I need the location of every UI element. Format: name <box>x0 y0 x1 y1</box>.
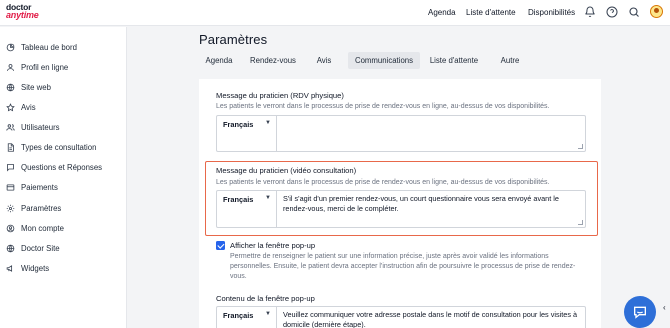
sidebar-item-users[interactable]: Utilisateurs <box>6 120 124 134</box>
field-divider <box>276 116 277 151</box>
document-icon <box>7 142 14 152</box>
sidebar-item-label: Avis <box>21 102 36 112</box>
logo-bottom-text: anytime <box>6 10 39 20</box>
user-icon <box>7 63 14 71</box>
sidebar-item-payments[interactable]: Paiements <box>6 180 124 194</box>
sidebar-item-qa[interactable]: Questions et Réponses <box>6 160 124 174</box>
sidebar-item-profile[interactable]: Profil en ligne <box>6 60 124 74</box>
star-icon <box>6 102 15 111</box>
sidebar-item-settings[interactable]: Paramètres <box>6 201 124 215</box>
video-message-field: Français ▼ S'il s'agit d'un premier rend… <box>216 190 586 228</box>
dashboard-icon <box>6 43 15 51</box>
sidebar-item-account[interactable]: Mon compte <box>6 221 124 235</box>
logo[interactable]: doctor anytime <box>6 3 39 20</box>
resize-handle-icon[interactable] <box>578 220 583 225</box>
sidebar-item-label: Questions et Réponses <box>21 162 103 172</box>
tab-waitlist[interactable]: Liste d'attente <box>426 52 482 69</box>
globe-icon <box>6 244 15 252</box>
top-bar: doctor anytime Agenda Liste d'attente Di… <box>0 0 670 26</box>
field-divider <box>276 307 277 328</box>
chevron-down-icon[interactable]: ▼ <box>265 311 271 317</box>
page-title: Paramètres <box>199 32 268 47</box>
tab-appointments[interactable]: Rendez-vous <box>245 52 301 69</box>
sidebar-item-label: Paramètres <box>21 203 62 213</box>
physical-message-title: Message du praticien (RDV physique) <box>216 91 344 100</box>
chat-icon <box>634 306 646 319</box>
sidebar-item-dashboard[interactable]: Tableau de bord <box>6 40 124 54</box>
tab-other[interactable]: Autre <box>494 52 526 69</box>
popup-content-field: Français ▼ Veuillez communiquer votre ad… <box>216 306 586 328</box>
language-select[interactable]: Français <box>223 195 253 204</box>
video-message-title: Message du praticien (vidéo consultation… <box>216 166 357 175</box>
sidebar-item-label: Paiements <box>21 182 58 192</box>
avatar[interactable] <box>650 5 663 18</box>
chevron-left-icon[interactable]: ‹ <box>663 303 666 312</box>
sidebar-item-label: Utilisateurs <box>21 122 60 132</box>
chat-bubble-icon <box>7 163 14 171</box>
language-select[interactable]: Français <box>223 311 253 320</box>
tab-reviews[interactable]: Avis <box>309 52 339 69</box>
nav-waitlist[interactable]: Liste d'attente <box>466 8 516 17</box>
tab-communications[interactable]: Communications <box>348 52 420 69</box>
users-icon <box>6 123 15 131</box>
sidebar-item-widgets[interactable]: Widgets <box>6 261 124 275</box>
resize-handle-icon[interactable] <box>578 144 583 149</box>
sidebar-item-label: Mon compte <box>21 223 64 233</box>
sidebar-item-reviews[interactable]: Avis <box>6 100 124 114</box>
nav-availability[interactable]: Disponibilités <box>528 8 575 17</box>
sidebar-item-label: Tableau de bord <box>21 42 77 52</box>
help-icon[interactable] <box>606 6 618 18</box>
sidebar-item-consultation-types[interactable]: Types de consultation <box>6 140 124 154</box>
popup-checkbox-label: Afficher la fenêtre pop-up <box>230 241 316 250</box>
sidebar: Tableau de bord Profil en ligne Site web… <box>0 27 127 328</box>
chevron-down-icon[interactable]: ▼ <box>265 120 271 126</box>
user-circle-icon <box>6 224 15 232</box>
chevron-down-icon[interactable]: ▼ <box>265 195 271 201</box>
popup-content-textarea[interactable]: Veuillez communiquer votre adresse posta… <box>283 310 579 328</box>
sidebar-item-label: Widgets <box>21 263 50 273</box>
sidebar-item-website[interactable]: Site web <box>6 80 124 94</box>
chat-button[interactable] <box>624 296 656 328</box>
tab-agenda[interactable]: Agenda <box>199 52 239 69</box>
popup-checkbox[interactable] <box>216 241 225 250</box>
physical-message-field: Français ▼ <box>216 115 586 152</box>
physical-message-desc: Les patients le verront dans le processu… <box>216 103 550 110</box>
video-message-textarea[interactable]: S'il s'agit d'un premier rendez-vous, un… <box>283 194 579 214</box>
popup-checkbox-desc: Permettre de renseigner le patient sur u… <box>230 253 576 280</box>
sidebar-item-label: Types de consultation <box>21 142 97 152</box>
language-select[interactable]: Français <box>223 120 253 129</box>
video-message-desc: Les patients le verront dans le processu… <box>216 179 550 186</box>
payment-icon <box>6 183 15 191</box>
sidebar-item-label: Profil en ligne <box>21 62 69 72</box>
field-divider <box>276 191 277 227</box>
sidebar-item-doctor-site[interactable]: Doctor Site <box>6 241 124 255</box>
search-icon[interactable] <box>628 6 640 18</box>
bell-icon[interactable] <box>584 6 596 18</box>
sidebar-item-label: Doctor Site <box>21 243 60 253</box>
popup-content-title: Contenu de la fenêtre pop-up <box>216 294 315 303</box>
globe-icon <box>6 83 15 91</box>
gear-icon <box>6 204 15 212</box>
megaphone-icon <box>6 264 13 272</box>
nav-agenda[interactable]: Agenda <box>428 8 456 17</box>
sidebar-item-label: Site web <box>21 82 51 92</box>
